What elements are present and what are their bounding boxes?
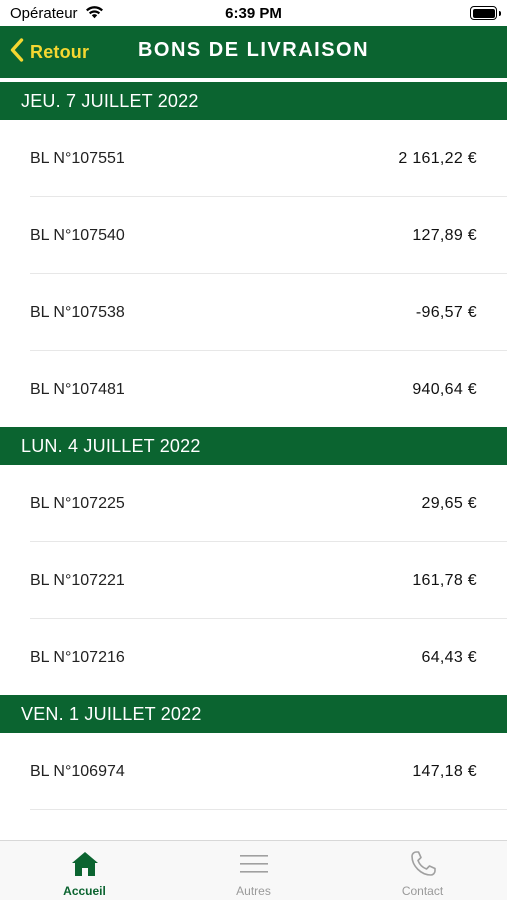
delivery-note-amount: 127,89 € <box>412 226 477 244</box>
tab-label: Accueil <box>63 884 106 898</box>
delivery-note-number: BL N°107225 <box>30 494 125 512</box>
section-header-date: JEU. 7 JUILLET 2022 <box>0 82 507 120</box>
delivery-note-number: BL N°107481 <box>30 380 125 398</box>
delivery-note-amount: 2 161,22 € <box>398 149 477 167</box>
delivery-note-amount: 147,18 € <box>412 762 477 780</box>
delivery-note-amount: 29,65 € <box>421 494 477 512</box>
navigation-bar: Retour BONS DE LIVRAISON <box>0 26 507 81</box>
delivery-note-row[interactable]: BL N°107481 940,64 € <box>0 351 507 428</box>
section-header-date: VEN. 1 JUILLET 2022 <box>0 695 507 733</box>
tab-label: Contact <box>401 884 444 898</box>
page-title: BONS DE LIVRAISON <box>0 39 507 62</box>
delivery-note-row[interactable]: BL N°107216 64,43 € <box>0 619 507 696</box>
status-time: 6:39 PM <box>225 5 282 22</box>
delivery-note-row[interactable]: BL N°107225 29,65 € <box>0 465 507 542</box>
tab-autres[interactable]: Autres <box>169 841 338 900</box>
delivery-note-number: BL N°107540 <box>30 226 125 244</box>
tab-bar: Accueil Autres Contact <box>0 840 507 900</box>
section-header-date: LUN. 4 JUILLET 2022 <box>0 427 507 465</box>
phone-icon <box>409 848 437 880</box>
delivery-note-amount: -96,57 € <box>415 303 477 321</box>
delivery-note-row[interactable]: BL N°107221 161,78 € <box>0 542 507 619</box>
delivery-note-row[interactable]: BL N°107540 127,89 € <box>0 197 507 274</box>
delivery-note-row[interactable]: BL N°106974 147,18 € <box>0 733 507 810</box>
delivery-note-amount: 64,43 € <box>421 648 477 666</box>
page-title-text: BONS DE LIVRAISON <box>137 39 370 61</box>
tab-label: Autres <box>236 884 271 898</box>
tab-contact[interactable]: Contact <box>338 841 507 900</box>
delivery-note-number: BL N°107538 <box>30 303 125 321</box>
home-icon <box>70 848 100 880</box>
delivery-note-number: BL N°107221 <box>30 571 125 589</box>
battery-icon <box>470 6 501 20</box>
delivery-note-amount: 161,78 € <box>412 571 477 589</box>
delivery-note-amount: 940,64 € <box>412 380 477 398</box>
delivery-note-number: BL N°107551 <box>30 149 125 167</box>
delivery-note-row[interactable]: BL N°107538 -96,57 € <box>0 274 507 351</box>
menu-icon <box>239 848 269 880</box>
status-bar: Opérateur 6:39 PM <box>0 0 507 26</box>
tab-accueil[interactable]: Accueil <box>0 841 169 900</box>
delivery-note-number: BL N°106974 <box>30 762 125 780</box>
delivery-note-number: BL N°107216 <box>30 648 125 666</box>
delivery-note-row[interactable]: BL N°107551 2 161,22 € <box>0 120 507 197</box>
